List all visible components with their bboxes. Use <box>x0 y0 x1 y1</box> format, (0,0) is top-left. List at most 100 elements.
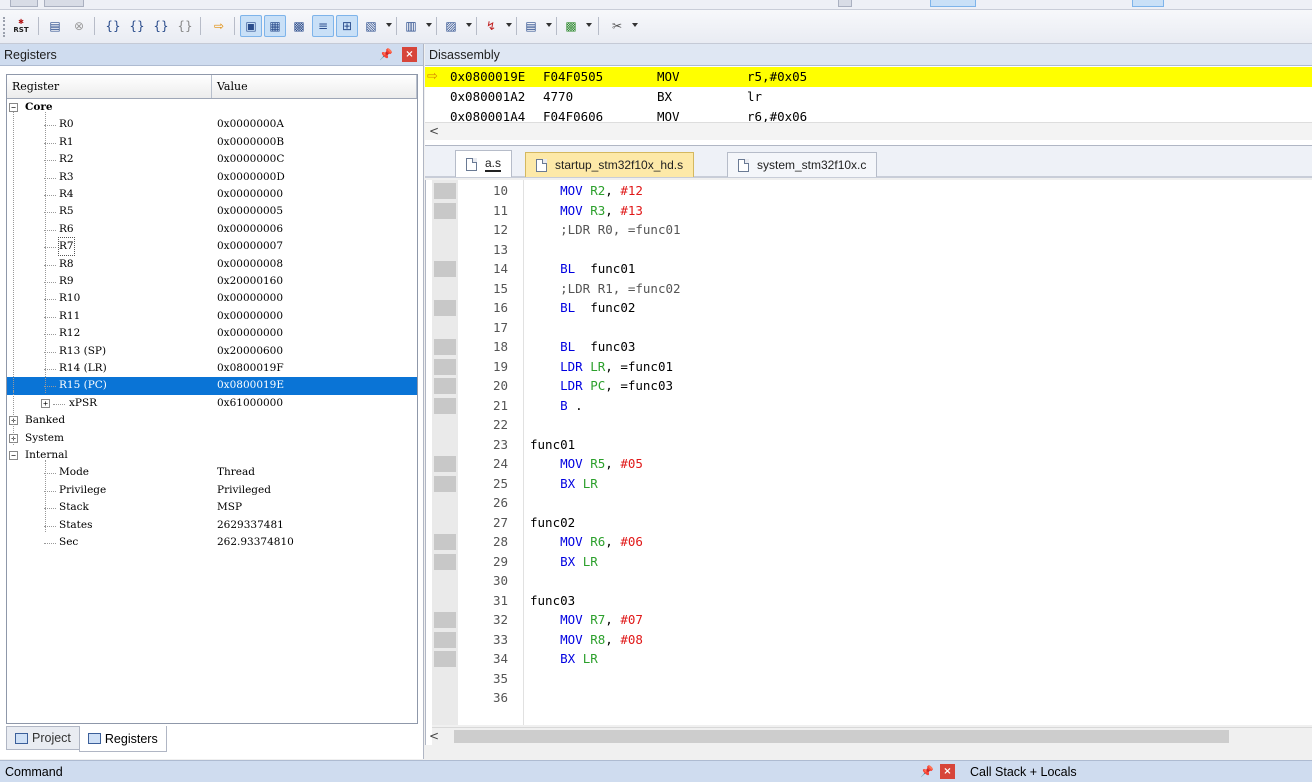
register-row[interactable]: R1 0x0000000B <box>7 134 417 151</box>
code-line[interactable]: 36 <box>432 688 1312 708</box>
stop-button[interactable]: ⊗ <box>68 15 90 37</box>
register-value[interactable]: 0x0800019F <box>217 360 284 377</box>
executable-line-marker[interactable] <box>434 397 456 414</box>
code-line[interactable]: 18 BL func03 <box>432 337 1312 357</box>
editor-tab[interactable]: a.s <box>455 150 513 177</box>
register-value[interactable]: 0x20000600 <box>217 343 283 360</box>
register-value[interactable]: 0x00000005 <box>217 203 283 220</box>
code-line[interactable]: 15 ;LDR R1, =func02 <box>432 279 1312 299</box>
register-value[interactable]: MSP <box>217 499 242 516</box>
memory-dropdown-arrow[interactable] <box>426 23 432 27</box>
register-row[interactable]: R3 0x0000000D <box>7 169 417 186</box>
disassembly-listing[interactable]: ⇨ 0x0800019E F04F0505 MOV r5,#0x05 0x080001A2… <box>425 66 1312 122</box>
register-value[interactable]: 0x00000007 <box>217 238 283 255</box>
toolbar-grip[interactable] <box>3 17 5 37</box>
executable-line-marker[interactable] <box>434 300 456 316</box>
toolbox-button[interactable]: ✂ <box>606 15 628 37</box>
register-value[interactable]: 0x0000000B <box>217 134 284 151</box>
register-row[interactable]: Sec 262.93374810 <box>7 534 417 551</box>
analysis-window-button[interactable]: ↯ <box>480 15 502 37</box>
code-line[interactable]: 34 BX LR <box>432 649 1312 669</box>
serial-window-button[interactable]: ▨ <box>440 15 462 37</box>
code-line[interactable]: 16 BL func02 <box>432 298 1312 318</box>
register-value[interactable]: 0x00000008 <box>217 256 283 273</box>
register-row[interactable]: R10 0x00000000 <box>7 290 417 307</box>
code-line[interactable]: 27 func02 <box>432 513 1312 533</box>
register-row[interactable]: Mode Thread <box>7 464 417 481</box>
editor-horizontal-scrollbar[interactable]: < <box>429 727 1312 745</box>
executable-line-marker[interactable] <box>434 378 456 394</box>
executable-line-marker[interactable] <box>434 612 456 628</box>
step-out-button[interactable]: {} <box>150 15 172 37</box>
register-row[interactable]: System + <box>7 430 417 447</box>
disassembly-window-button[interactable]: ▦ <box>264 15 286 37</box>
executable-line-marker[interactable] <box>434 261 456 277</box>
code-line[interactable]: 21 B . <box>432 396 1312 416</box>
run-button[interactable]: ▤ <box>44 15 66 37</box>
collapse-icon[interactable]: − <box>9 451 18 460</box>
watch-window-button[interactable]: ▧ <box>360 15 382 37</box>
code-line[interactable]: 23 func01 <box>432 435 1312 455</box>
register-row[interactable]: R12 0x00000000 <box>7 325 417 342</box>
executable-line-marker[interactable] <box>434 475 456 492</box>
scroll-left-icon[interactable]: < <box>429 124 439 138</box>
pin-icon[interactable]: 📌 <box>379 48 393 61</box>
disassembly-line[interactable]: ⇨ 0x0800019E F04F0505 MOV r5,#0x05 <box>425 67 1312 87</box>
executable-line-marker[interactable] <box>434 339 456 355</box>
editor-tab[interactable]: startup_stm32f10x_hd.s <box>525 152 695 177</box>
register-value[interactable]: 0x00000000 <box>217 290 283 307</box>
code-line[interactable]: 11 MOV R3, #13 <box>432 201 1312 221</box>
serial-dropdown-arrow[interactable] <box>466 23 472 27</box>
register-value[interactable]: 0x00000000 <box>217 308 283 325</box>
register-row[interactable]: R8 0x00000008 <box>7 256 417 273</box>
system-viewer-button[interactable]: ▩ <box>560 15 582 37</box>
register-row[interactable]: Stack MSP <box>7 499 417 516</box>
register-row[interactable]: R6 0x00000006 <box>7 221 417 238</box>
disassembly-line[interactable]: 0x080001A4 F04F0606 MOV r6,#0x06 <box>425 107 1312 122</box>
trace-window-button[interactable]: ▤ <box>520 15 542 37</box>
code-line[interactable]: 19 LDR LR, =func01 <box>432 357 1312 377</box>
symbols-window-button[interactable]: ▩ <box>288 15 310 37</box>
executable-line-marker[interactable] <box>434 456 456 472</box>
register-value[interactable]: 0x20000160 <box>217 273 283 290</box>
expand-icon[interactable]: + <box>41 398 50 408</box>
code-line[interactable]: 13 <box>432 240 1312 260</box>
register-row[interactable]: Banked + <box>7 412 417 429</box>
register-row[interactable]: States 2629337481 <box>7 517 417 534</box>
register-row[interactable]: R7 0x00000007 <box>7 237 417 257</box>
register-row[interactable]: xPSR 0x61000000 + <box>7 395 417 412</box>
register-value[interactable]: 0x0800019E <box>217 377 284 394</box>
column-value[interactable]: Value <box>212 75 417 98</box>
register-value[interactable]: 0x00000006 <box>217 221 283 238</box>
analysis-dropdown-arrow[interactable] <box>506 23 512 27</box>
code-line[interactable]: 22 <box>432 415 1312 435</box>
disassembly-line[interactable]: 0x080001A2 4770 BX lr <box>425 87 1312 107</box>
register-row[interactable]: Privilege Privileged <box>7 482 417 499</box>
executable-line-marker[interactable] <box>434 534 456 550</box>
close-icon[interactable]: × <box>402 47 417 62</box>
register-row[interactable]: R15 (PC) 0x0800019E <box>7 377 417 395</box>
command-window-button[interactable]: ▣ <box>240 15 262 37</box>
register-value[interactable]: 262.93374810 <box>217 534 294 551</box>
disassembly-horizontal-scrollbar[interactable]: < <box>425 122 1312 140</box>
executable-line-marker[interactable] <box>434 631 456 648</box>
register-value[interactable]: 0x61000000 <box>217 395 283 412</box>
registers-tree[interactable]: Register Value Core − R0 0x0000000A R1 0x0000… <box>6 74 418 724</box>
code-line[interactable]: 35 <box>432 669 1312 689</box>
code-line[interactable]: 12 ;LDR R0, =func01 <box>432 220 1312 240</box>
step-into-button[interactable]: {} <box>102 15 124 37</box>
register-row[interactable]: Core − <box>7 99 417 116</box>
register-value[interactable]: Thread <box>217 464 255 481</box>
code-line[interactable]: 26 <box>432 493 1312 513</box>
code-line[interactable]: 10 MOV R2, #12 <box>432 181 1312 201</box>
register-row[interactable]: R4 0x00000000 <box>7 186 417 203</box>
executable-line-marker[interactable] <box>434 358 456 375</box>
column-register[interactable]: Register <box>7 75 212 98</box>
register-row[interactable]: Internal − <box>7 447 417 464</box>
code-line[interactable]: 28 MOV R6, #06 <box>432 532 1312 552</box>
toolbox-dropdown-arrow[interactable] <box>632 23 638 27</box>
call-stack-window-button[interactable]: ⊞ <box>336 15 358 37</box>
code-editor[interactable]: 10 MOV R2, #12 11 MOV R3, #13 12 ;LDR R0, … <box>432 180 1312 725</box>
register-value[interactable]: 0x0000000D <box>217 169 285 186</box>
code-line[interactable]: 14 BL func01 <box>432 259 1312 279</box>
